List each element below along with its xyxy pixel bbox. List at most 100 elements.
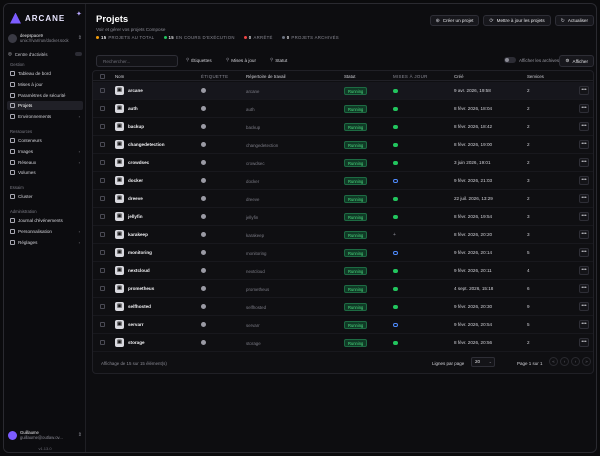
row-checkbox[interactable] — [100, 214, 105, 219]
row-checkbox[interactable] — [100, 250, 105, 255]
sidebar-item-images[interactable]: Images › — [7, 147, 83, 156]
more-actions-icon[interactable]: ••• — [579, 248, 589, 257]
table-row[interactable]: ▣ jellyfin jellyfin Running 8 févr. 2026, 19… — [93, 208, 593, 226]
row-checkbox[interactable] — [100, 286, 105, 291]
show-archives-toggle[interactable]: Afficher les archives — [504, 57, 559, 63]
project-name[interactable]: docker — [128, 178, 143, 183]
filter-tags-button[interactable]: ⚲ Étiquettes — [186, 57, 212, 63]
table-row[interactable]: ▣ changedetection changedetection Running 8 … — [93, 136, 593, 154]
toggle-switch[interactable] — [504, 57, 516, 63]
more-actions-icon[interactable]: ••• — [579, 140, 589, 149]
more-actions-icon[interactable]: ••• — [579, 122, 589, 131]
row-checkbox[interactable] — [100, 88, 105, 93]
refresh-button[interactable]: ↻ Actualiser — [554, 15, 594, 26]
project-name[interactable]: arcane — [128, 88, 143, 93]
table-row[interactable]: ▣ prometheus prometheus Running 4 sept. 2026… — [93, 280, 593, 298]
more-actions-icon[interactable]: ••• — [579, 230, 589, 239]
row-checkbox[interactable] — [100, 340, 105, 345]
environment-switcher[interactable]: deepspace9 unix:///var/run/docker.sock ⇕ — [8, 30, 82, 46]
last-page-button[interactable]: » — [582, 357, 591, 366]
table-row[interactable]: ▣ crowdsec crowdsec Running 3 juin 2026, 19:… — [93, 154, 593, 172]
user-menu[interactable]: Guillaume guillaume@outlaw.ov... ⇕ — [8, 428, 82, 442]
more-actions-icon[interactable]: ••• — [579, 266, 589, 275]
column-created[interactable]: Créé — [454, 74, 464, 79]
sidebar-item-projets[interactable]: Projets — [7, 101, 83, 111]
logo[interactable]: ARCANE — [10, 12, 65, 24]
filter-updates-button[interactable]: ⚲ Mises à jour — [226, 57, 256, 63]
project-name[interactable]: auth — [128, 106, 138, 111]
project-name[interactable]: dreeve — [128, 196, 143, 201]
sidebar-item-volumes[interactable]: Volumes — [7, 168, 83, 177]
project-name[interactable]: jellyfin — [128, 214, 143, 219]
filter-status-button[interactable]: ⚲ Statut — [270, 57, 287, 63]
more-actions-icon[interactable]: ••• — [579, 320, 589, 329]
row-checkbox[interactable] — [100, 322, 105, 327]
table-row[interactable]: ▣ backup backup Running 8 févr. 2026, 18:42 2… — [93, 118, 593, 136]
more-actions-icon[interactable]: ••• — [579, 86, 589, 95]
sidebar-item-cluster[interactable]: Cluster — [7, 192, 83, 201]
more-actions-icon[interactable]: ••• — [579, 194, 589, 203]
more-actions-icon[interactable]: ••• — [579, 338, 589, 347]
create-project-button[interactable]: ⊕ Créer un projet — [429, 15, 480, 26]
update-projects-button[interactable]: ⟳ Mettre à jour les projets — [483, 15, 551, 26]
column-status[interactable]: Statut — [344, 74, 355, 79]
row-checkbox[interactable] — [100, 304, 105, 309]
project-name[interactable]: karakeep — [128, 232, 148, 237]
more-actions-icon[interactable]: ••• — [579, 302, 589, 311]
project-name[interactable]: servarr — [128, 322, 144, 327]
row-checkbox[interactable] — [100, 160, 105, 165]
column-services[interactable]: Services — [527, 74, 544, 79]
sidebar-item-personnalisation[interactable]: Personnalisation › — [7, 227, 83, 236]
row-checkbox[interactable] — [100, 196, 105, 201]
project-name[interactable]: nextcloud — [128, 268, 150, 273]
sidebar-item-mises-jour[interactable]: Mises à jour — [7, 80, 83, 89]
table-row[interactable]: ▣ selfhosted selfhosted Running 9 févr. 2026… — [93, 298, 593, 316]
table-row[interactable]: ▣ karakeep karakeep Running +8 févr. 2026, 2… — [93, 226, 593, 244]
more-actions-icon[interactable]: ••• — [579, 104, 589, 113]
table-row[interactable]: ▣ dreeve dreeve Running 22 juil. 2026, 13:29… — [93, 190, 593, 208]
project-name[interactable]: crowdsec — [128, 160, 149, 165]
row-checkbox[interactable] — [100, 142, 105, 147]
more-actions-icon[interactable]: ••• — [579, 284, 589, 293]
table-row[interactable]: ▣ monitoring monitoring Running 9 févr. 2026… — [93, 244, 593, 262]
row-checkbox[interactable] — [100, 268, 105, 273]
table-row[interactable]: ▣ servarr servarr Running 9 févr. 2026, 20:5… — [93, 316, 593, 334]
column-directory[interactable]: Répertoire de travail — [246, 74, 286, 79]
activity-toggle[interactable] — [75, 52, 82, 56]
rows-per-page-select[interactable]: 20 ⌄ — [471, 357, 495, 367]
project-name[interactable]: changedetection — [128, 142, 165, 147]
sidebar-item-param-tres-de-s-curit-[interactable]: Paramètres de sécurité — [7, 91, 83, 100]
sidebar-item-r-seaux[interactable]: Réseaux › — [7, 158, 83, 167]
project-name[interactable]: prometheus — [128, 286, 154, 291]
sidebar-item-journal-d-v-nements[interactable]: Journal d'événements — [7, 216, 83, 225]
project-name[interactable]: selfhosted — [128, 304, 151, 309]
row-checkbox[interactable] — [100, 232, 105, 237]
project-name[interactable]: monitoring — [128, 250, 152, 255]
activity-center[interactable]: ◎ Centre d'activités — [8, 50, 82, 58]
table-row[interactable]: ▣ arcane arcane Running 9 avr. 2026, 19:58 2 •… — [93, 82, 593, 100]
sidebar-item-r-glages[interactable]: Réglages › — [7, 238, 83, 247]
select-all-checkbox[interactable] — [100, 73, 105, 79]
sidebar-item-conteneurs[interactable]: Conteneurs — [7, 136, 83, 145]
row-checkbox[interactable] — [100, 178, 105, 183]
table-row[interactable]: ▣ nextcloud nextcloud Running 9 févr. 2026, … — [93, 262, 593, 280]
prev-page-button[interactable]: ‹ — [560, 357, 569, 366]
project-name[interactable]: backup — [128, 124, 144, 129]
row-checkbox[interactable] — [100, 124, 105, 129]
table-row[interactable]: ▣ docker docker Running 9 févr. 2026, 21:03 3… — [93, 172, 593, 190]
sidebar-item-environnements[interactable]: Environnements › — [7, 112, 83, 121]
view-options-button[interactable]: ⚙ Afficher — [559, 55, 594, 67]
more-actions-icon[interactable]: ••• — [579, 158, 589, 167]
table-row[interactable]: ▣ storage storage Running 8 févr. 2026, 20:5… — [93, 334, 593, 352]
column-name[interactable]: Nom — [115, 74, 124, 79]
sidebar-item-tableau-de-bord[interactable]: Tableau de bord — [7, 69, 83, 78]
first-page-button[interactable]: « — [549, 357, 558, 366]
next-page-button[interactable]: › — [571, 357, 580, 366]
search-input[interactable]: Rechercher... — [96, 55, 178, 67]
row-checkbox[interactable] — [100, 106, 105, 111]
more-actions-icon[interactable]: ••• — [579, 176, 589, 185]
more-actions-icon[interactable]: ••• — [579, 212, 589, 221]
table-row[interactable]: ▣ auth auth Running 8 févr. 2026, 18:04 2 ••• — [93, 100, 593, 118]
project-icon: ▣ — [115, 212, 124, 221]
project-name[interactable]: storage — [128, 340, 145, 345]
